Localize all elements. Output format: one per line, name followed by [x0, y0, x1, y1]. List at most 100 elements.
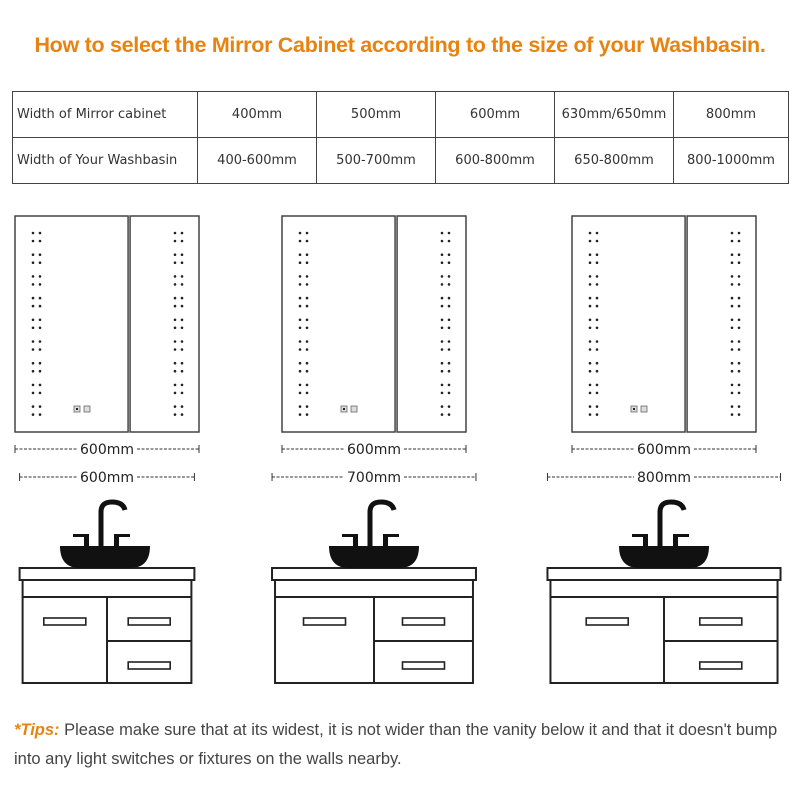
switch-light-dot — [633, 408, 635, 410]
led-dot — [173, 296, 177, 300]
led-dot — [595, 283, 599, 286]
led-dot — [173, 383, 177, 387]
led-dot — [730, 275, 734, 278]
example-3: 600mm 800mm — [546, 215, 782, 684]
led-dot — [595, 361, 599, 365]
table-row-washbasin-width: Width of Your Washbasin 400-600mm 500-70… — [12, 137, 789, 184]
led-dot — [180, 318, 184, 322]
drawer-handle-top — [127, 617, 171, 626]
table-cell: 800-1000mm — [673, 137, 789, 184]
led-dot — [298, 253, 302, 256]
led-dot — [737, 348, 741, 351]
led-dot — [730, 405, 734, 408]
led-dot — [173, 361, 177, 365]
countertop — [271, 567, 477, 581]
led-dot — [31, 275, 35, 278]
led-dot — [173, 261, 177, 264]
led-dot — [737, 391, 741, 395]
led-dot — [447, 283, 451, 286]
led-dot — [730, 361, 734, 365]
faucet-handle-right — [383, 534, 399, 546]
led-dot — [440, 296, 444, 300]
led-dot — [38, 253, 42, 256]
led-dot — [730, 261, 734, 264]
led-dot — [730, 283, 734, 286]
door-handle — [42, 617, 87, 626]
led-dot — [588, 253, 592, 256]
vessel-basin-icon — [60, 546, 150, 568]
table-cell: 500mm — [316, 91, 436, 138]
tips-note: *Tips: Please make sure that at its wide… — [14, 716, 789, 774]
basin-bowl — [60, 546, 150, 568]
led-dot — [588, 361, 592, 365]
led-dot — [173, 340, 177, 343]
led-dot — [298, 304, 302, 308]
led-dot — [447, 369, 451, 373]
mirror-door-right — [396, 215, 467, 433]
vanity-width-dimension-label: 800mm — [637, 470, 691, 486]
led-dot — [595, 239, 599, 243]
led-dot — [38, 340, 42, 343]
drawer-handle-top — [698, 617, 743, 626]
led-dot — [447, 405, 451, 408]
led-dot — [38, 326, 42, 330]
led-dot — [180, 275, 184, 278]
faucet-handle-right — [114, 534, 130, 546]
mirror-door-left — [281, 215, 396, 433]
led-dot — [31, 361, 35, 365]
led-dot — [180, 253, 184, 256]
led-dot — [440, 383, 444, 387]
door-handle — [302, 617, 347, 626]
table-cell: 600-800mm — [435, 137, 555, 184]
led-dot — [730, 231, 734, 235]
led-dot — [440, 318, 444, 322]
led-dot — [730, 391, 734, 395]
led-dot — [31, 383, 35, 387]
led-dot — [440, 283, 444, 286]
mirror-width-dimension-label: 600mm — [347, 442, 401, 458]
led-dot — [595, 405, 599, 408]
faucet-icon — [632, 499, 689, 546]
led-dot — [737, 405, 741, 408]
led-dot — [440, 253, 444, 256]
led-dot — [730, 318, 734, 322]
led-dot — [447, 239, 451, 243]
led-dot — [737, 340, 741, 343]
led-dot — [447, 261, 451, 264]
led-dot — [447, 231, 451, 235]
led-dot — [173, 318, 177, 322]
led-dot — [305, 275, 309, 278]
led-dot — [305, 340, 309, 343]
led-dot — [173, 405, 177, 408]
faucet-handle-left — [73, 534, 89, 546]
led-dot — [298, 340, 302, 343]
led-dot — [298, 348, 302, 351]
led-dot — [180, 369, 184, 373]
mirror-width-dimension: 600mm — [14, 442, 200, 458]
led-dot — [180, 405, 184, 408]
led-dot — [588, 369, 592, 373]
led-dot — [588, 318, 592, 322]
led-dot — [298, 369, 302, 373]
led-dot — [595, 304, 599, 308]
led-dot — [38, 391, 42, 395]
led-dot — [31, 326, 35, 330]
led-dot — [440, 239, 444, 243]
led-dot — [298, 391, 302, 395]
led-dot — [588, 340, 592, 343]
led-dot — [31, 283, 35, 286]
led-dot — [440, 304, 444, 308]
led-dot — [737, 261, 741, 264]
led-dot — [595, 253, 599, 256]
led-dot — [440, 369, 444, 373]
led-dot — [588, 239, 592, 243]
led-dot — [173, 275, 177, 278]
led-dot — [173, 283, 177, 286]
led-dot — [173, 348, 177, 351]
led-dot — [440, 275, 444, 278]
drawer-handle-bottom — [127, 661, 171, 670]
led-dot — [447, 348, 451, 351]
led-dot — [180, 361, 184, 365]
led-dot — [730, 369, 734, 373]
led-dot — [730, 383, 734, 387]
